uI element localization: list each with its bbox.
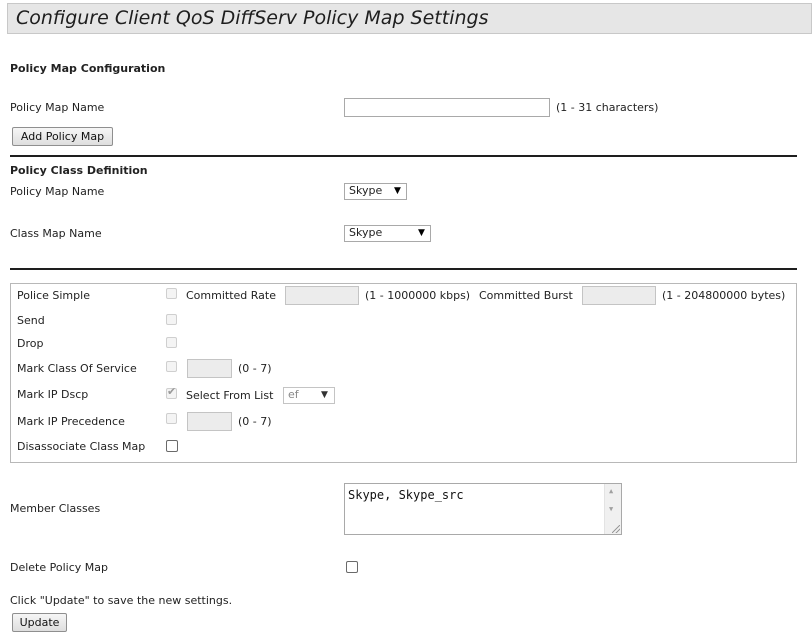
page-title: Configure Client QoS DiffServ Policy Map… (16, 7, 489, 29)
disassociate-class-map-label: Disassociate Class Map (17, 440, 146, 453)
delete-policy-map-checkbox[interactable] (346, 561, 358, 573)
committed-burst-hint: (1 - 204800000 bytes) (662, 289, 786, 302)
committed-burst-input[interactable] (582, 286, 656, 305)
mark-cos-input[interactable] (187, 359, 232, 378)
policy-class-heading: Policy Class Definition (10, 164, 148, 177)
scroll-down-icon[interactable]: ▼ (609, 505, 613, 513)
mark-cos-hint: (0 - 7) (238, 362, 272, 375)
member-classes-label: Member Classes (10, 502, 101, 515)
policy-map-select[interactable]: Skype ▼ (344, 183, 407, 200)
policy-map-name-hint: (1 - 31 characters) (556, 101, 659, 114)
police-simple-checkbox[interactable] (166, 288, 177, 299)
update-button[interactable]: Update (12, 613, 67, 632)
dscp-select-value: ef (288, 388, 299, 401)
class-map-select[interactable]: Skype ▼ (344, 225, 431, 242)
mark-cos-label: Mark Class Of Service (17, 362, 137, 375)
mark-cos-checkbox[interactable] (166, 361, 177, 372)
send-checkbox[interactable] (166, 314, 177, 325)
committed-rate-hint: (1 - 1000000 kbps) (365, 289, 471, 302)
add-policy-map-button[interactable]: Add Policy Map (12, 127, 113, 146)
mark-ip-precedence-label: Mark IP Precedence (17, 415, 125, 428)
policy-map-config-heading: Policy Map Configuration (10, 62, 166, 75)
send-label: Send (17, 314, 45, 327)
committed-rate-label: Committed Rate (186, 289, 276, 302)
policy-map-name-input[interactable] (344, 98, 550, 117)
policy-map-select-value: Skype (349, 184, 383, 197)
committed-rate-input[interactable] (285, 286, 359, 305)
update-instruction: Click "Update" to save the new settings. (10, 594, 233, 607)
member-classes-value: Skype, Skype_src (348, 488, 464, 502)
mark-ip-precedence-checkbox[interactable] (166, 413, 177, 424)
dscp-select[interactable]: ef ▼ (283, 387, 335, 404)
policy-map-select-label: Policy Map Name (10, 185, 105, 198)
mark-ip-precedence-input[interactable] (187, 412, 232, 431)
triangle-down-icon: ▼ (418, 228, 425, 238)
drop-label: Drop (17, 337, 44, 350)
mark-ip-dscp-label: Mark IP Dscp (17, 388, 89, 401)
page-title-bar: Configure Client QoS DiffServ Policy Map… (7, 3, 812, 34)
member-classes-textarea[interactable]: Skype, Skype_src ▲ ▼ (344, 483, 622, 535)
scroll-up-icon[interactable]: ▲ (609, 487, 613, 495)
section-divider-2 (10, 268, 797, 270)
committed-burst-label: Committed Burst (479, 289, 573, 302)
police-simple-label: Police Simple (17, 289, 90, 302)
mark-ip-dscp-checkbox[interactable]: ✔ (166, 385, 177, 399)
class-map-select-value: Skype (349, 226, 383, 239)
select-from-list-label: Select From List (186, 389, 274, 402)
triangle-down-icon: ▼ (321, 390, 328, 400)
resize-grip-icon[interactable] (612, 525, 620, 533)
mark-ip-precedence-hint: (0 - 7) (238, 415, 272, 428)
disassociate-class-map-checkbox[interactable] (166, 440, 178, 452)
delete-policy-map-label: Delete Policy Map (10, 561, 108, 574)
policy-map-name-label: Policy Map Name (10, 101, 105, 114)
drop-checkbox[interactable] (166, 337, 177, 348)
checkmark-icon: ✔ (167, 385, 177, 398)
section-divider-1 (10, 155, 797, 157)
triangle-down-icon: ▼ (394, 186, 401, 196)
class-map-select-label: Class Map Name (10, 227, 102, 240)
